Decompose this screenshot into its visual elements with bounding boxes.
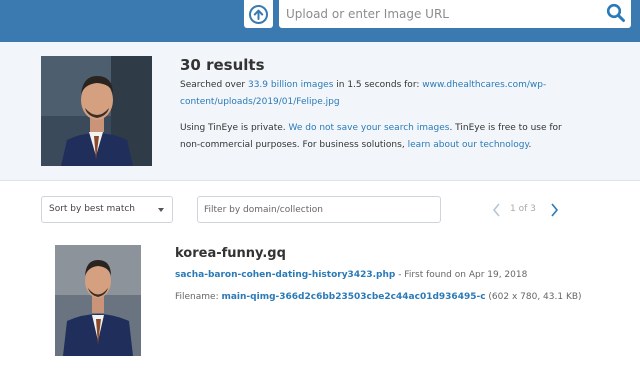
result-page-link[interactable]: sacha-baron-cohen-dating-history3423.php [175,270,395,280]
domain-filter-input[interactable] [197,196,441,223]
results-count: 30 results [180,56,265,74]
chevron-left-icon[interactable] [492,203,501,217]
chevron-right-icon[interactable] [550,203,559,217]
index-size-link[interactable]: 33.9 billion images [248,80,333,90]
privacy-suffix-text: . [528,140,532,150]
searched-prefix-text: Searched over [180,80,248,90]
image-search-box [279,0,631,28]
page-indicator: 1 of 3 [510,204,536,214]
result-domain[interactable]: korea-funny.gq [175,246,286,261]
search-stats-text: Searched over 33.9 billion images in 1.5… [180,77,575,111]
search-icon[interactable] [606,3,626,23]
search-summary-panel: 30 results Searched over 33.9 billion im… [0,42,640,181]
first-found-date: - First found on Apr 19, 2018 [395,270,528,280]
top-header-bar [0,0,640,42]
upload-button[interactable] [244,0,273,28]
file-dimensions: (602 x 780, 43.1 KB) [485,292,582,302]
result-file-info: Filename: main-qimg-366d2c6bb23503cbe2c4… [175,292,582,302]
filename-label: Filename: [175,292,222,302]
business-solutions-link[interactable]: learn about our technology [408,140,529,150]
result-page-info: sacha-baron-cohen-dating-history3423.php… [175,270,527,280]
query-image-thumbnail [41,56,152,166]
privacy-notice: Using TinEye is private. We do not save … [180,120,575,154]
image-url-input[interactable] [286,4,596,24]
search-time-text: in 1.5 seconds for: [333,80,423,90]
sort-dropdown-label: Sort by best match [49,204,136,214]
privacy-link[interactable]: We do not save your search images [288,123,449,133]
upload-arrow-icon [249,5,268,24]
pagination: 1 of 3 [492,202,562,218]
privacy-prefix-text: Using TinEye is private. [180,123,289,133]
chevron-down-icon [158,208,164,212]
sort-dropdown[interactable]: Sort by best match [41,196,173,223]
result-image-thumbnail[interactable] [55,245,141,356]
result-filename-link[interactable]: main-qimg-366d2c6bb23503cbe2c44ac01d9364… [221,292,485,302]
